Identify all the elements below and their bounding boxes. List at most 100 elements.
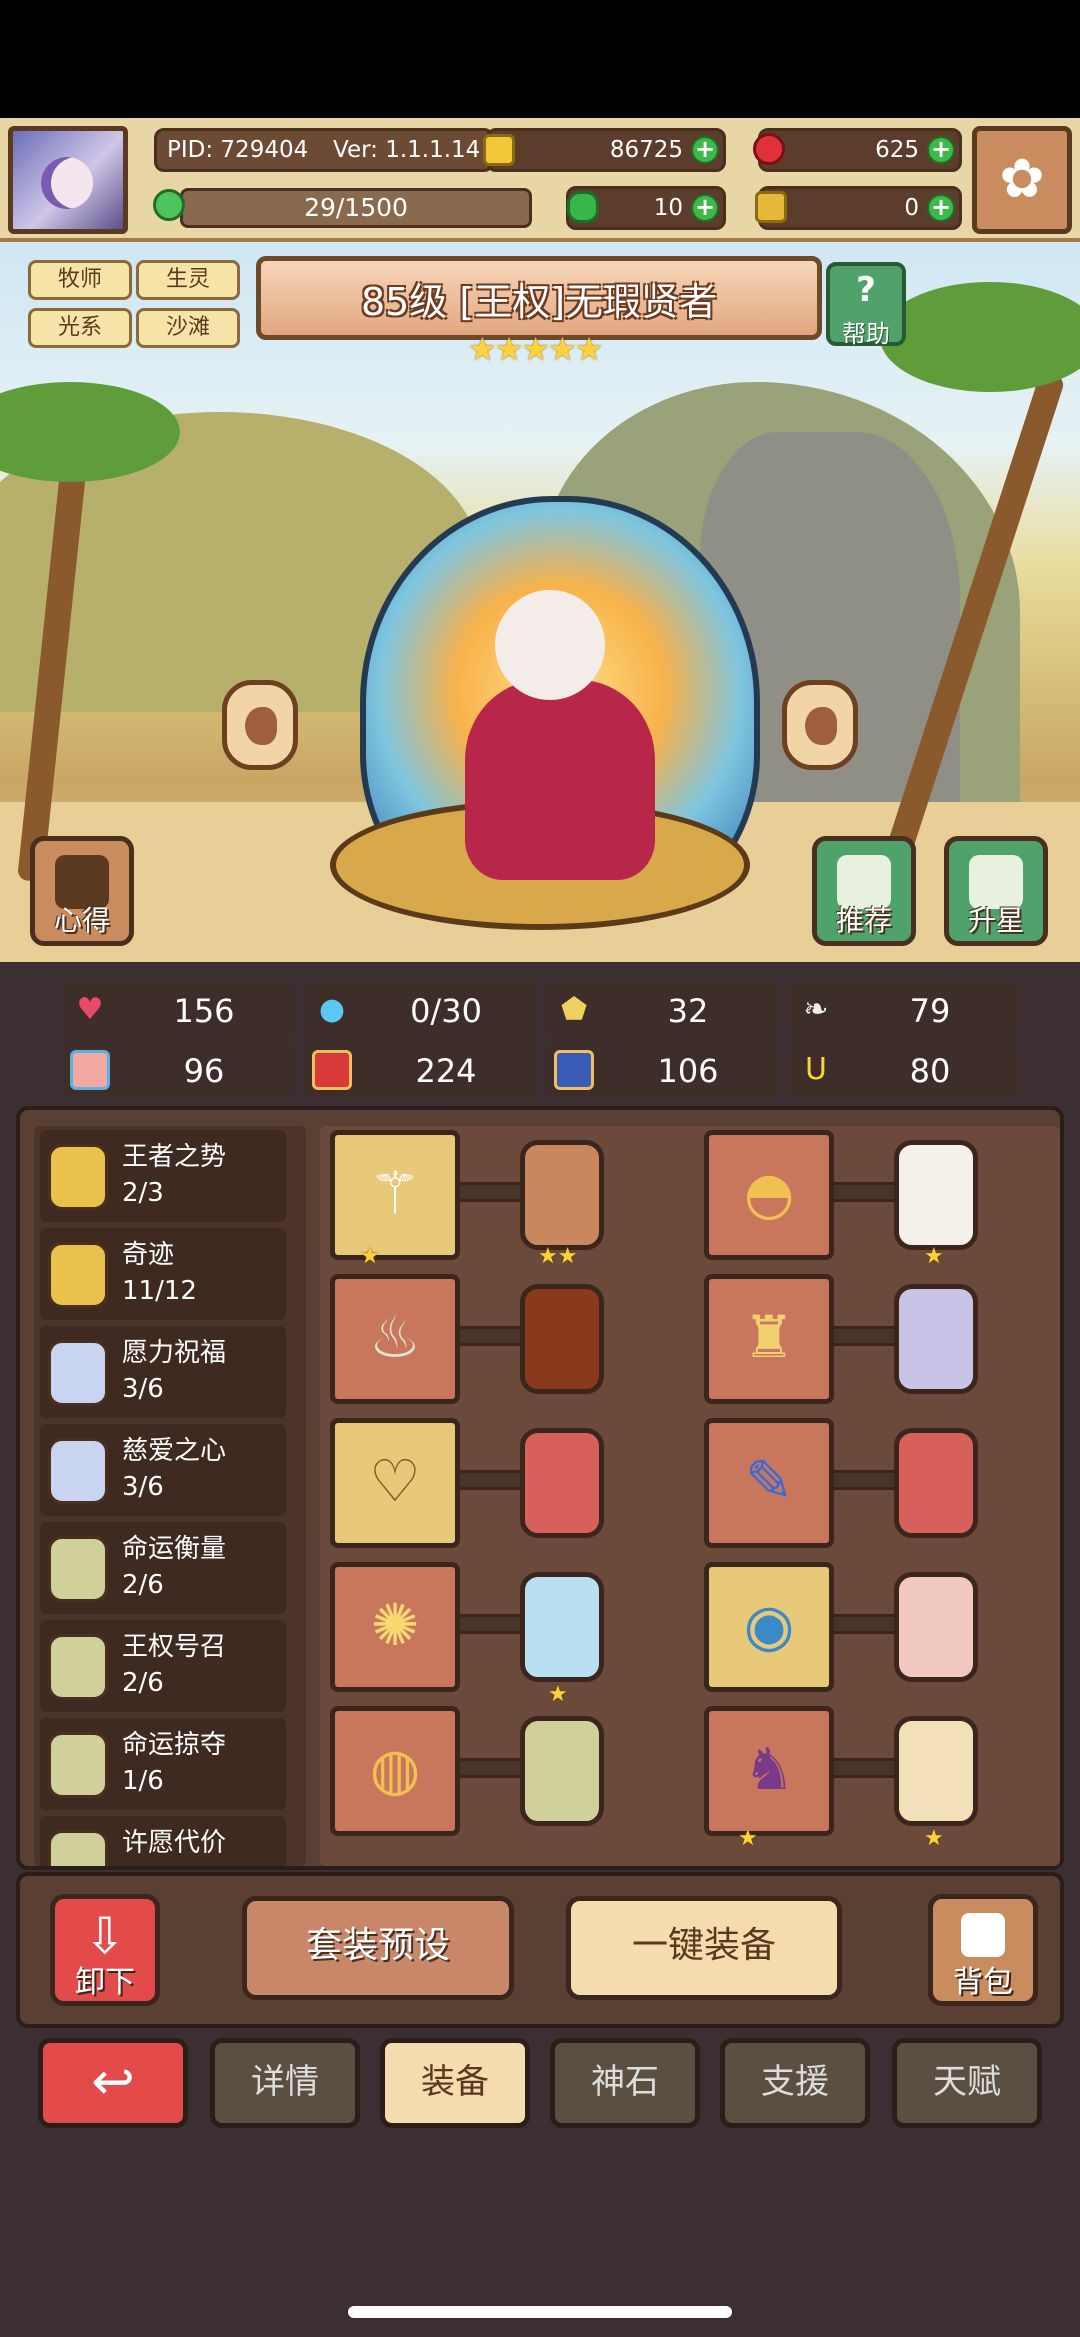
top-resource-bar: PID: 729404 Ver: 1.1.1.14 86725 + 625 + …	[0, 118, 1080, 242]
equip-slot-hat[interactable]: ◓	[704, 1130, 834, 1260]
list-item[interactable]: 许愿代价	[40, 1816, 286, 1866]
olive-set-icon	[48, 1536, 108, 1602]
gem-slot[interactable]	[520, 1572, 604, 1682]
blue-scroll-icon: ✎	[744, 1447, 794, 1515]
equip-slot-necklace[interactable]: ◉	[704, 1562, 834, 1692]
gold-amount: 86725	[609, 137, 683, 163]
gem-amount: 625	[875, 137, 919, 163]
slot-star: ★	[924, 1244, 944, 1269]
list-item[interactable]: 命运掠夺 1/6	[40, 1718, 286, 1810]
list-item[interactable]: 慈爱之心 3/6	[40, 1424, 286, 1516]
gold-set-icon	[48, 1144, 108, 1210]
horseshoe-icon: U	[805, 1052, 827, 1087]
gold-coin-icon	[483, 134, 515, 166]
gem-slot[interactable]	[520, 1716, 604, 1826]
stat-value: 0/30	[410, 992, 482, 1030]
settings-gear-icon[interactable]	[972, 126, 1072, 234]
slot-connector	[834, 1758, 894, 1778]
stat-value: 224	[415, 1052, 477, 1090]
set-name: 命运衡量	[122, 1534, 227, 1564]
list-item[interactable]: 命运衡量 2/6	[40, 1522, 286, 1614]
equip-slot-armor[interactable]: ♜	[704, 1274, 834, 1404]
silver-set-icon	[48, 1438, 108, 1504]
equip-slot-brooch[interactable]: ✺	[330, 1562, 460, 1692]
heart-icon: ♥	[76, 992, 104, 1027]
olive-set-icon	[48, 1830, 108, 1866]
set-name: 奇迹	[122, 1240, 175, 1270]
scepter-icon: ⚚	[369, 1159, 421, 1227]
mask-icon: ♡	[369, 1447, 421, 1515]
stat-value: 106	[657, 1052, 719, 1090]
equip-slot-lamp[interactable]: ♨	[330, 1274, 460, 1404]
tab-talent[interactable]: 天赋	[892, 2038, 1042, 2128]
clover-icon	[567, 191, 599, 223]
stamina-leaf-icon	[153, 189, 185, 221]
stat-value: 79	[909, 992, 951, 1030]
equip-slot-scroll[interactable]: ✎	[704, 1418, 834, 1548]
gem-slot[interactable]	[520, 1428, 604, 1538]
palm-tree-leaves	[880, 282, 1080, 392]
gem-slot[interactable]	[894, 1428, 978, 1538]
set-name: 慈爱之心	[122, 1436, 227, 1466]
tab-details[interactable]: 详情	[210, 2038, 360, 2128]
auto-equip-button[interactable]: 一键装备	[566, 1896, 842, 2000]
clover-amount: 10	[653, 195, 683, 221]
olive-set-icon	[48, 1732, 108, 1798]
player-avatar[interactable]	[8, 126, 128, 234]
slot-star: ★	[738, 1826, 758, 1851]
equip-slot-weapon[interactable]: ⚚	[330, 1130, 460, 1260]
shield-icon: ⬟	[560, 992, 588, 1027]
star-up-button[interactable]: 升星	[944, 836, 1048, 946]
backpack-label: 背包	[953, 1965, 1013, 2000]
straw-hat-icon: ◓	[743, 1159, 795, 1227]
equip-slot-boots[interactable]: ♞	[704, 1706, 834, 1836]
unequip-button[interactable]: ⇩ 卸下	[50, 1894, 160, 2006]
home-indicator[interactable]	[348, 2306, 732, 2318]
gem-slot[interactable]	[520, 1284, 604, 1394]
pid-version-pill: PID: 729404 Ver: 1.1.1.14	[154, 128, 494, 172]
gem-slot[interactable]	[894, 1572, 978, 1682]
stat-defense: ⬟ 32	[546, 982, 778, 1038]
gem-slot[interactable]	[520, 1140, 604, 1250]
insight-label: 心得	[53, 904, 110, 937]
backpack-button[interactable]: 背包	[928, 1894, 1038, 2006]
player-info-panel: PID: 729404 Ver: 1.1.1.14 86725 + 625 + …	[146, 126, 966, 232]
previous-hero-arrow-icon[interactable]	[222, 680, 298, 770]
tag-race: 生灵	[136, 260, 240, 300]
gem-slot[interactable]	[894, 1716, 978, 1826]
stat-value: 156	[173, 992, 235, 1030]
set-name: 命运掠夺	[122, 1730, 227, 1760]
equip-slot-charm[interactable]: ♡	[330, 1418, 460, 1548]
version-text: Ver: 1.1.1.14	[333, 137, 481, 163]
back-button[interactable]: ↩	[38, 2038, 188, 2128]
list-item[interactable]: 奇迹 11/12	[40, 1228, 286, 1320]
set-count: 1/6	[122, 1766, 164, 1796]
unequip-label: 卸下	[75, 1965, 135, 2000]
next-hero-arrow-icon[interactable]	[782, 680, 858, 770]
gem-slot[interactable]	[894, 1284, 978, 1394]
list-item[interactable]: 愿力祝福 3/6	[40, 1326, 286, 1418]
recommend-button[interactable]: 推荐	[812, 836, 916, 946]
set-preset-button[interactable]: 套装预设	[242, 1896, 514, 2000]
insight-button[interactable]: 心得	[30, 836, 134, 946]
stamina-text: 29/1500	[304, 193, 408, 222]
tab-equipment[interactable]: 装备	[380, 2038, 530, 2128]
list-item[interactable]: 王权号召 2/6	[40, 1620, 286, 1712]
stamina-bar: 29/1500	[153, 188, 532, 228]
question-icon: ?	[856, 270, 876, 310]
add-gold-button[interactable]: +	[691, 136, 719, 164]
hero-character-sprite[interactable]	[455, 560, 655, 880]
gem-slot[interactable]	[894, 1140, 978, 1250]
stat-luck: U 80	[788, 1042, 1020, 1098]
add-key-button[interactable]: +	[927, 194, 955, 222]
set-bonus-list[interactable]: 王者之势 2/3 奇迹 11/12 愿力祝福 3/6 慈爱之心 3/6 命运衡量 2/6 …	[34, 1126, 306, 1866]
tag-terrain: 沙滩	[136, 308, 240, 348]
equipment-panel: 王者之势 2/3 奇迹 11/12 愿力祝福 3/6 慈爱之心 3/6 命运衡量 2/6 …	[16, 1106, 1064, 1870]
equip-slot-ring[interactable]: ◍	[330, 1706, 460, 1836]
tab-support[interactable]: 支援	[720, 2038, 870, 2128]
add-clover-button[interactable]: +	[691, 194, 719, 222]
add-gem-button[interactable]: +	[927, 136, 955, 164]
help-button[interactable]: ? 帮助	[826, 262, 906, 348]
list-item[interactable]: 王者之势 2/3	[40, 1130, 286, 1222]
tab-godstone[interactable]: 神石	[550, 2038, 700, 2128]
